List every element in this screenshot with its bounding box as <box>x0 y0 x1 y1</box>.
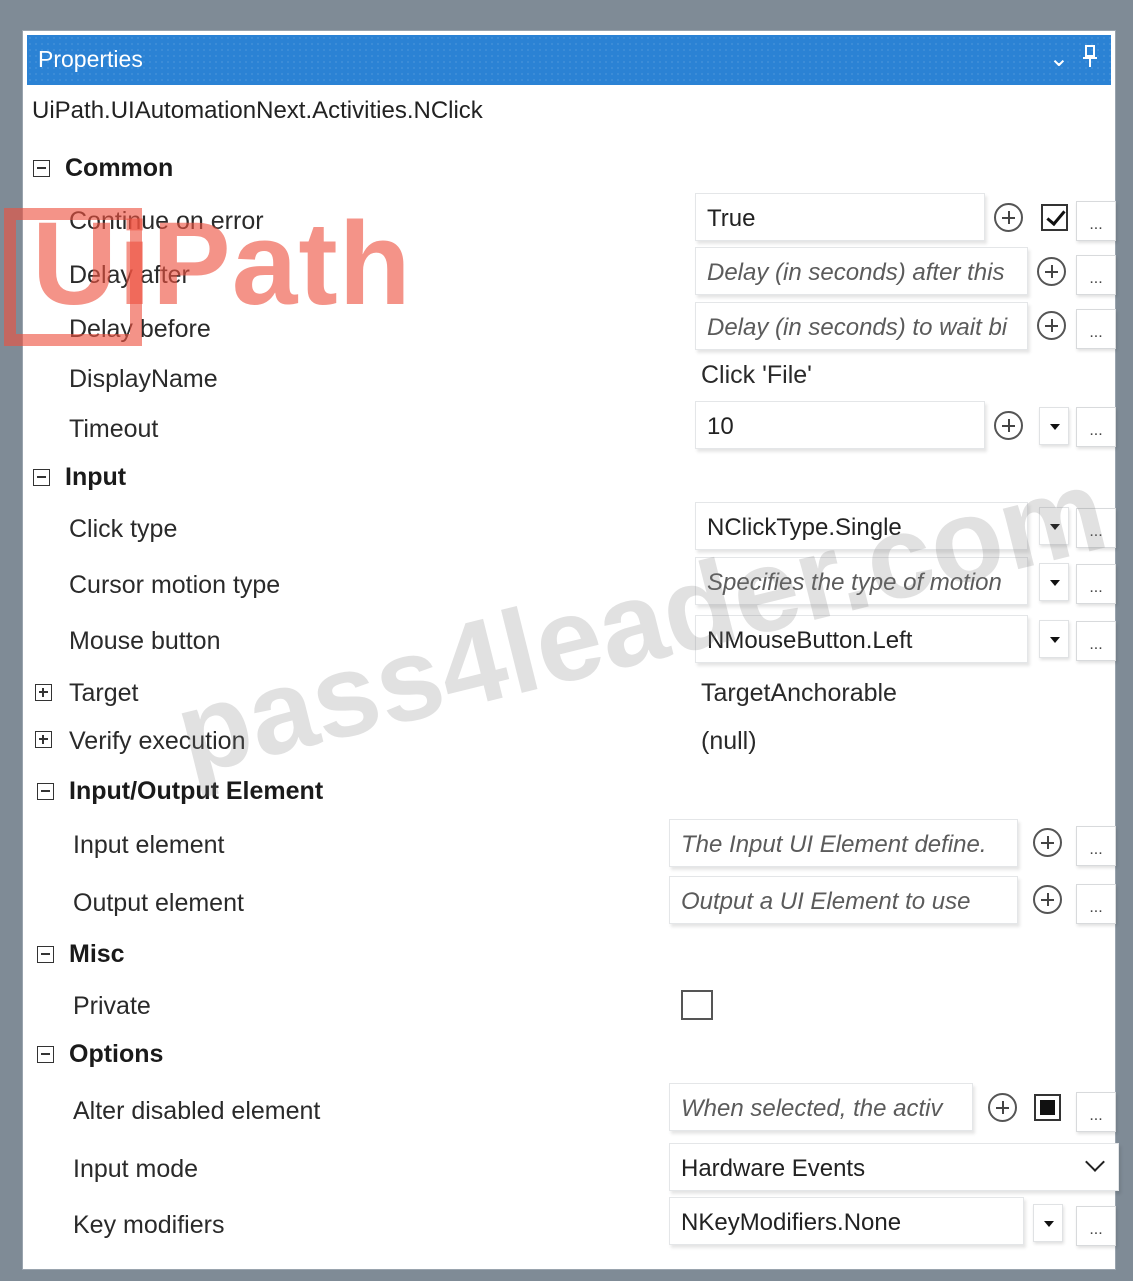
label-target: Target <box>69 679 139 707</box>
alter-disabled-element-checkbox[interactable] <box>1034 1094 1061 1121</box>
key-modifiers-dropdown-icon[interactable] <box>1033 1204 1063 1242</box>
collapse-input-icon[interactable] <box>33 469 50 486</box>
label-alter-disabled-element: Alter disabled element <box>73 1097 321 1125</box>
category-misc: Misc <box>69 940 125 968</box>
input-mode-select[interactable]: Hardware Events <box>669 1143 1119 1191</box>
ellipsis-button[interactable]: ... <box>1076 255 1116 295</box>
timeout-field[interactable]: 10 <box>695 401 985 449</box>
category-input-output-element: Input/Output Element <box>69 777 324 805</box>
label-input-mode: Input mode <box>73 1155 199 1183</box>
label-key-modifiers: Key modifiers <box>73 1211 225 1239</box>
add-argument-icon[interactable] <box>1037 257 1066 286</box>
output-element-field[interactable]: Output a UI Element to use <box>669 876 1018 924</box>
label-click-type: Click type <box>69 515 178 543</box>
add-argument-icon[interactable] <box>1033 885 1062 914</box>
collapse-common-icon[interactable] <box>33 160 50 177</box>
mouse-button-field[interactable]: NMouseButton.Left <box>695 615 1028 663</box>
collapse-io-element-icon[interactable] <box>37 783 54 800</box>
display-name-value[interactable]: Click 'File' <box>701 361 812 390</box>
add-argument-icon[interactable] <box>988 1093 1017 1122</box>
target-value[interactable]: TargetAnchorable <box>701 679 897 708</box>
ellipsis-button[interactable]: ... <box>1076 621 1116 661</box>
cursor-motion-type-field[interactable]: Specifies the type of motion <box>695 557 1028 605</box>
collapse-options-icon[interactable] <box>37 1046 54 1063</box>
label-output-element: Output element <box>73 889 244 917</box>
category-common: Common <box>65 154 174 182</box>
ellipsis-button[interactable]: ... <box>1076 309 1116 349</box>
ellipsis-button[interactable]: ... <box>1076 884 1116 924</box>
label-verify-execution: Verify execution <box>69 727 246 755</box>
label-delay-after: Delay after <box>69 261 190 289</box>
ellipsis-button[interactable]: ... <box>1076 1206 1116 1246</box>
activity-class-name: UiPath.UIAutomationNext.Activities.NClic… <box>32 97 483 124</box>
mouse-button-dropdown-icon[interactable] <box>1039 620 1069 658</box>
continue-on-error-checkbox[interactable] <box>1041 204 1068 231</box>
key-modifiers-field[interactable]: NKeyModifiers.None <box>669 1197 1024 1245</box>
delay-before-field[interactable]: Delay (in seconds) to wait bi <box>695 302 1028 350</box>
add-argument-icon[interactable] <box>994 203 1023 232</box>
timeout-dropdown-icon[interactable] <box>1039 407 1069 445</box>
ellipsis-button[interactable]: ... <box>1076 826 1116 866</box>
properties-panel: Properties ⌄ UiPath.UIAutomationNext.Act… <box>22 30 1119 1270</box>
add-argument-icon[interactable] <box>994 411 1023 440</box>
alter-disabled-element-field[interactable]: When selected, the activ <box>669 1083 973 1131</box>
expand-target-icon[interactable] <box>35 684 52 701</box>
label-cursor-motion-type: Cursor motion type <box>69 571 281 599</box>
collapse-misc-icon[interactable] <box>37 946 54 963</box>
label-mouse-button: Mouse button <box>69 627 221 655</box>
label-display-name: DisplayName <box>69 365 218 393</box>
verify-execution-value[interactable]: (null) <box>701 727 757 756</box>
continue-on-error-field[interactable]: True <box>695 193 985 241</box>
ellipsis-button[interactable]: ... <box>1076 407 1116 447</box>
label-private: Private <box>73 992 151 1020</box>
private-checkbox[interactable] <box>681 990 713 1020</box>
label-timeout: Timeout <box>69 415 159 443</box>
collapse-chevron-icon[interactable]: ⌄ <box>1049 44 1069 72</box>
label-continue-on-error: Continue on error <box>69 207 264 235</box>
expand-verify-execution-icon[interactable] <box>35 731 52 748</box>
chevron-down-icon <box>1085 1152 1105 1172</box>
ellipsis-button[interactable]: ... <box>1076 508 1116 548</box>
click-type-field[interactable]: NClickType.Single <box>695 502 1028 550</box>
input-element-field[interactable]: The Input UI Element define. <box>669 819 1018 867</box>
category-options: Options <box>69 1040 164 1068</box>
panel-title: Properties <box>38 46 143 72</box>
category-input: Input <box>65 463 127 491</box>
ellipsis-button[interactable]: ... <box>1076 1092 1116 1132</box>
add-argument-icon[interactable] <box>1037 311 1066 340</box>
add-argument-icon[interactable] <box>1033 828 1062 857</box>
label-delay-before: Delay before <box>69 315 211 343</box>
pin-icon[interactable] <box>1083 44 1097 68</box>
delay-after-field[interactable]: Delay (in seconds) after this <box>695 247 1028 295</box>
cursor-motion-dropdown-icon[interactable] <box>1039 563 1069 601</box>
ellipsis-button[interactable]: ... <box>1076 564 1116 604</box>
ellipsis-button[interactable]: ... <box>1076 201 1116 241</box>
click-type-dropdown-icon[interactable] <box>1039 507 1069 545</box>
properties-title-bar: Properties ⌄ <box>27 35 1111 85</box>
label-input-element: Input element <box>73 831 225 859</box>
